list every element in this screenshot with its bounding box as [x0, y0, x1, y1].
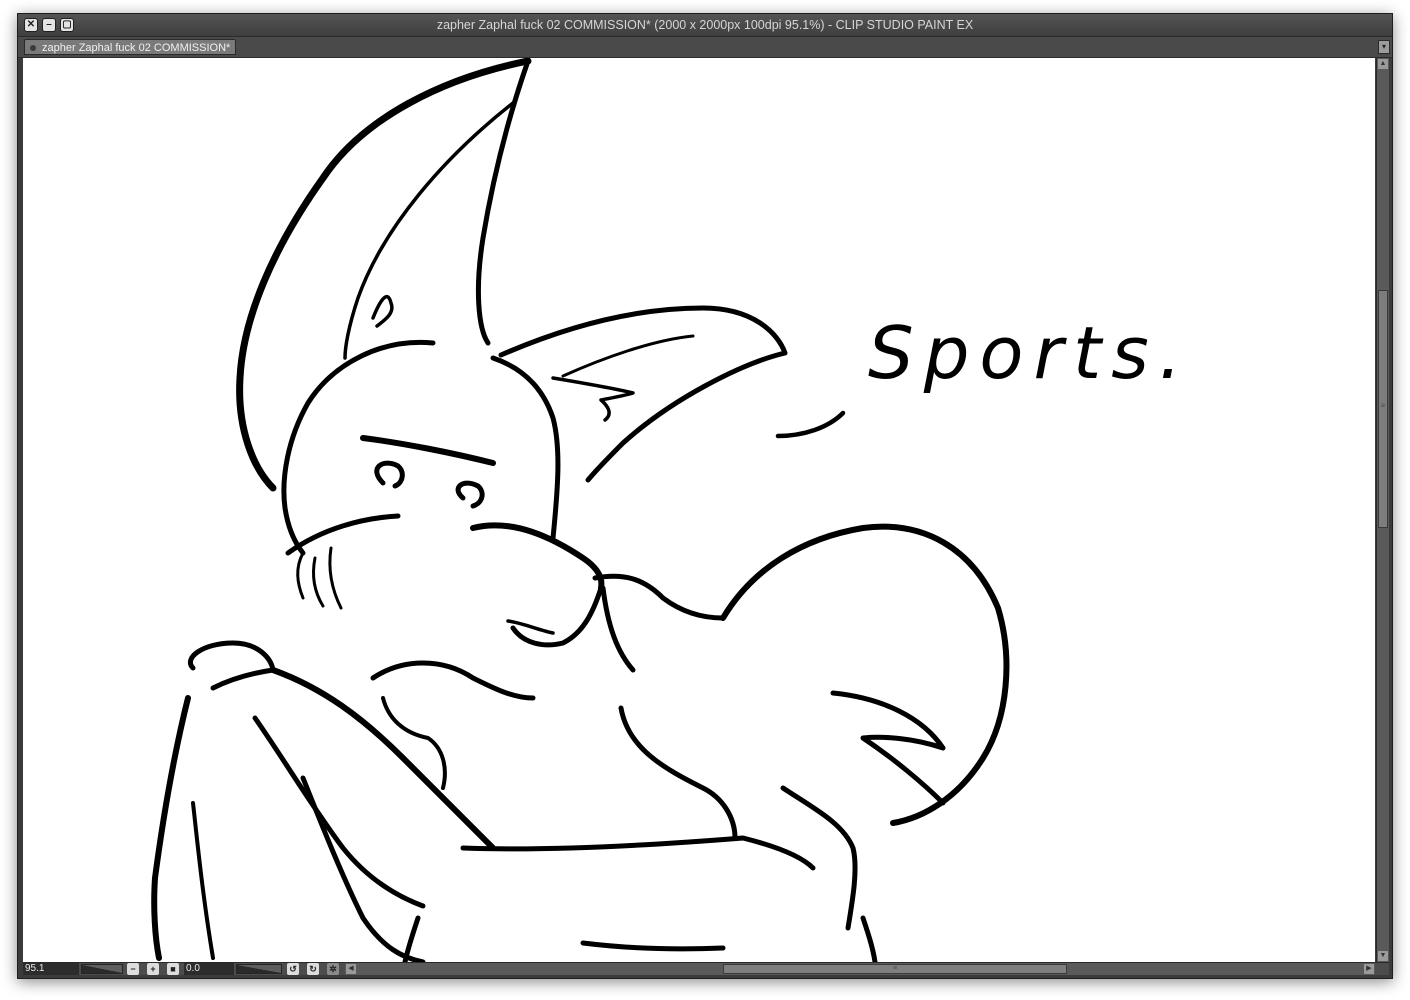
chevron-down-icon: ▾ [1381, 42, 1386, 51]
ear-inner-stroke [343, 101, 515, 360]
vertical-scroll-thumb[interactable]: ≡ [1378, 290, 1388, 528]
window-title: zapher Zaphal fuck 02 COMMISSION* (2000 … [436, 18, 974, 32]
zoom-value-field[interactable]: 95.1 [23, 963, 79, 975]
partner-body-stroke [780, 785, 858, 931]
right-ear-inner-stroke [561, 334, 695, 378]
brow-stroke [360, 435, 496, 466]
rotate-right-icon[interactable]: ↻ [307, 963, 319, 975]
zoom-slider[interactable] [81, 964, 123, 974]
rotate-left-icon[interactable]: ↺ [287, 963, 299, 975]
snout-bottom-stroke [510, 585, 604, 648]
status-bar: 95.1 − + ■ 0.0 ↺ ↻ ✲ ◀ ≡ ▶ [23, 962, 1389, 975]
arm-left-stroke [151, 695, 191, 961]
left-eye-stroke [374, 460, 405, 489]
close-window-button[interactable]: ✕ [24, 18, 38, 32]
ear-tuft-stroke [371, 295, 394, 328]
minimize-window-button[interactable]: – [42, 18, 56, 32]
partner-hair-stroke [830, 690, 946, 806]
speech-mark-stroke [775, 410, 846, 439]
scroll-up-arrow-icon[interactable]: ▲ [1378, 59, 1388, 69]
maximize-window-button[interactable]: ▢ [60, 18, 74, 32]
zoom-out-icon[interactable]: − [127, 963, 139, 975]
back-arm-stroke [252, 715, 426, 909]
partner-snout-stroke [592, 573, 726, 621]
horizontal-scroll-thumb[interactable]: ≡ [723, 964, 1067, 974]
snout-top-stroke [470, 522, 605, 591]
hand-stroke [188, 640, 276, 691]
document-tab[interactable]: zapher Zaphal fuck 02 COMMISSION* [24, 39, 237, 55]
arm-inner-stroke [191, 801, 215, 960]
tab-menu-button[interactable]: ▾ [1378, 40, 1390, 54]
drawing-canvas[interactable]: Sports. [23, 58, 1375, 962]
right-ear-tuft-stroke [551, 376, 635, 422]
lashes-stroke [296, 546, 343, 610]
document-tab-bar: zapher Zaphal fuck 02 COMMISSION* ▾ [18, 37, 1392, 58]
belly-line-stroke [460, 835, 816, 871]
fit-to-screen-icon[interactable]: ■ [167, 963, 179, 975]
partner-cheek-stroke [600, 585, 636, 673]
reset-rotation-icon[interactable]: ✲ [327, 963, 339, 975]
document-tab-label: zapher Zaphal fuck 02 COMMISSION* [42, 42, 231, 54]
scroll-left-arrow-icon[interactable]: ◀ [346, 964, 356, 974]
partner-head-stroke [720, 523, 1010, 826]
title-bar[interactable]: ✕ – ▢ zapher Zaphal fuck 02 COMMISSION* … [18, 14, 1392, 37]
head-right-stroke [490, 355, 561, 541]
app-window: ✕ – ▢ zapher Zaphal fuck 02 COMMISSION* … [17, 13, 1393, 979]
right-eye-stroke [455, 480, 485, 509]
maximize-icon: ▢ [62, 19, 72, 30]
eyelash-stroke [285, 513, 401, 556]
tab-status-dot-icon [30, 45, 36, 51]
ear-tip-stroke [475, 58, 531, 346]
minimize-icon: – [46, 19, 52, 30]
scroll-right-arrow-icon[interactable]: ▶ [1364, 964, 1374, 974]
chest-stroke [370, 660, 536, 701]
close-icon: ✕ [26, 19, 36, 30]
horizontal-scrollbar[interactable]: ◀ ≡ ▶ [345, 963, 1375, 975]
scroll-down-arrow-icon[interactable]: ▼ [1378, 951, 1388, 961]
window-controls: ✕ – ▢ [24, 18, 74, 32]
rotation-value-field[interactable]: 0.0 [184, 963, 234, 975]
leg-stroke [402, 915, 726, 962]
zoom-in-icon[interactable]: + [147, 963, 159, 975]
line-art-drawing: Sports. [151, 58, 1192, 962]
canvas-text-annotation: Sports. [868, 311, 1192, 395]
torso-stroke [381, 696, 447, 790]
rotation-slider[interactable] [236, 964, 282, 974]
vertical-scrollbar[interactable]: ▲ ≡ ▼ [1376, 58, 1389, 962]
partner-neck-stroke [618, 705, 738, 841]
partner-leg-stroke [860, 915, 878, 962]
